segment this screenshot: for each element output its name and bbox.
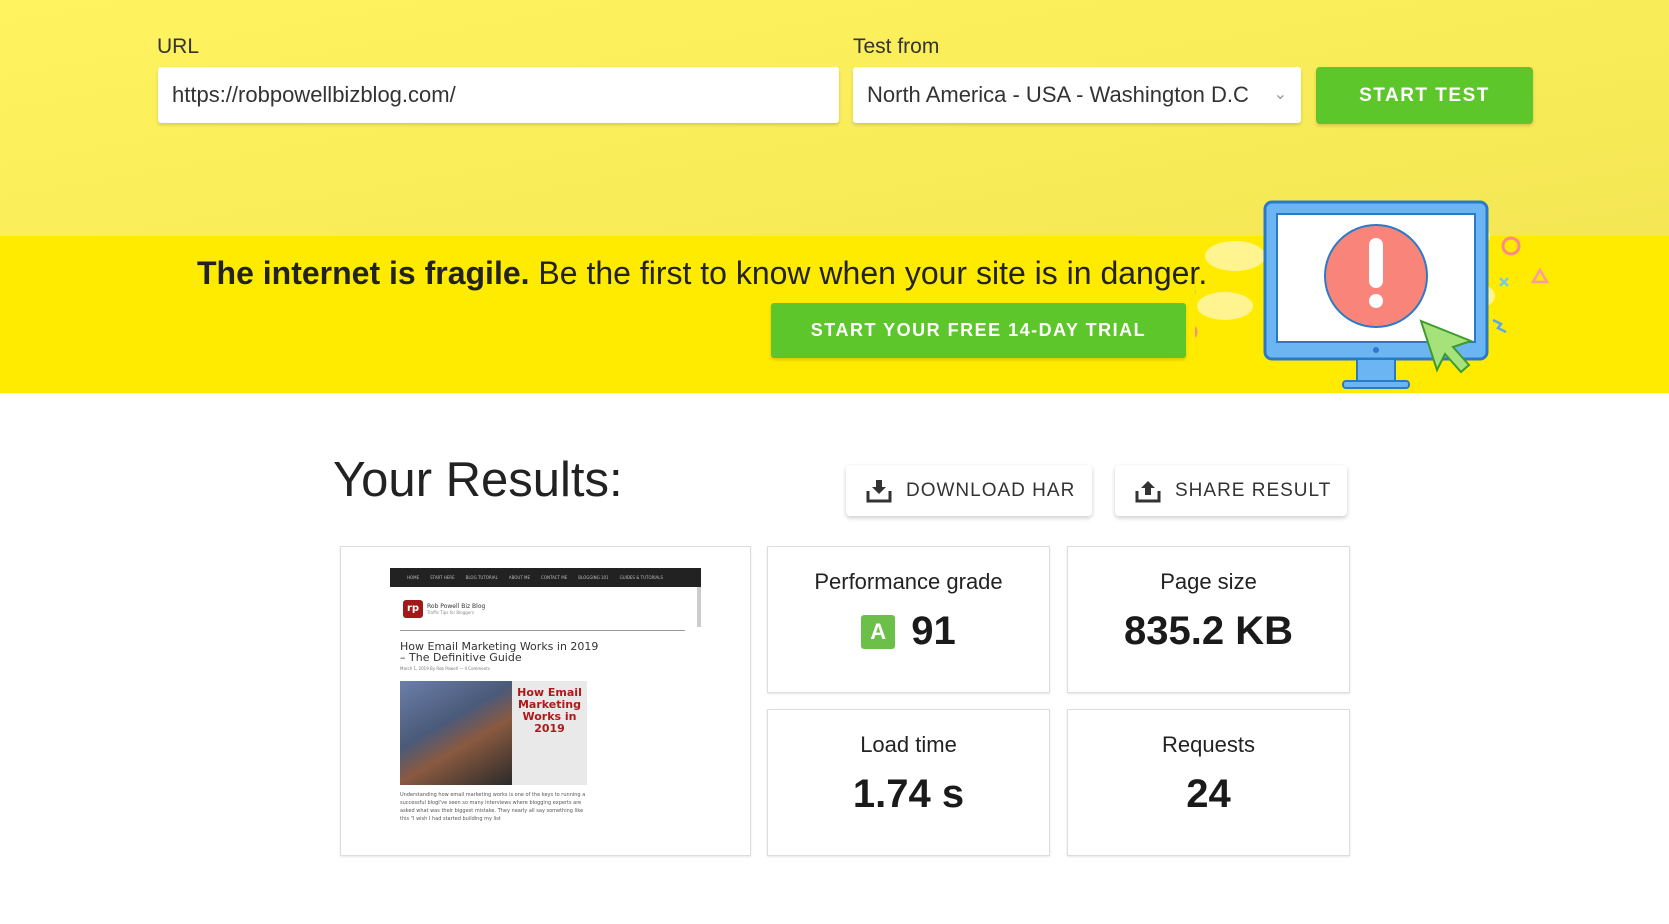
page-size-value: 835.2 KB [1124,609,1293,653]
free-trial-button[interactable]: START YOUR FREE 14-DAY TRIAL [771,303,1186,358]
site-tagline: Traffic Tips for Bloggers [427,610,474,615]
chevron-down-icon: ⌄ [1273,86,1287,103]
url-label: URL [157,35,200,58]
load-time-value: 1.74 s [852,772,965,816]
nav-item: START HERE [430,575,455,580]
requests-label: Requests [1162,732,1255,757]
results-title: Your Results: [333,453,623,507]
monitor-alert-illustration [1195,200,1550,389]
post-image-text: How Email Marketing Works in 2019 [512,681,587,785]
requests-card: Requests 24 [1067,709,1350,856]
screenshot-scrollbar [697,587,701,627]
screenshot-nav: HOME START HERE BLOG TUTORIAL ABOUT ME C… [390,568,701,587]
start-test-button[interactable]: START TEST [1316,67,1533,124]
banner-text: The internet is fragile. Be the first to… [197,255,1207,292]
nav-item: GUIDES & TUTORIALS [619,575,664,580]
nav-item: ABOUT ME [508,575,531,580]
page-screenshot: HOME START HERE BLOG TUTORIAL ABOUT ME C… [390,568,701,836]
nav-item: BLOG TUTORIAL [465,575,498,580]
location-select[interactable]: North America - USA - Washington D.C ⌄ [853,67,1301,123]
performance-grade-label: Performance grade [814,569,1003,594]
post-meta: March 1, 2019 By Rob Powell — 4 Comments [400,666,490,671]
share-result-label: SHARE RESULT [1175,479,1332,501]
page-size-label: Page size [1160,569,1257,594]
nav-item: BLOGGING 101 [578,575,609,580]
download-har-label: DOWNLOAD HAR [906,479,1076,501]
download-har-button[interactable]: DOWNLOAD HAR [846,465,1092,516]
grade-score: 91 [911,609,956,653]
nav-item: CONTACT ME [541,575,568,580]
post-body: Understanding how email marketing works … [400,792,586,822]
load-time-card: Load time 1.74 s [767,709,1050,856]
post-title: How Email Marketing Works in 2019 – The … [400,640,599,664]
nav-item: HOME [407,575,420,580]
share-icon [1135,480,1161,502]
page-size-card: Page size 835.2 KB [1067,546,1350,693]
test-from-label: Test from [853,35,940,58]
requests-value: 24 [1186,772,1231,816]
divider [400,630,685,631]
banner-message: Be the first to know when your site is i… [529,255,1208,291]
performance-grade-card: Performance grade A 91 [767,546,1050,693]
url-input[interactable]: https://robpowellbizblog.com/ [158,67,839,123]
grade-badge: A [861,614,896,649]
site-logo: rp Rob Powell Biz Blog Traffic Tips for B… [403,600,701,618]
load-time-label: Load time [860,732,957,757]
location-value: North America - USA - Washington D.C [867,82,1249,107]
download-icon [866,479,892,502]
photo [400,681,512,785]
site-name: Rob Powell Biz Blog [427,603,486,610]
post-image: How Email Marketing Works in 2019 [400,681,587,785]
logo-mark: rp [403,600,423,618]
share-result-button[interactable]: SHARE RESULT [1115,465,1347,516]
banner-bold: The internet is fragile. [197,255,530,291]
